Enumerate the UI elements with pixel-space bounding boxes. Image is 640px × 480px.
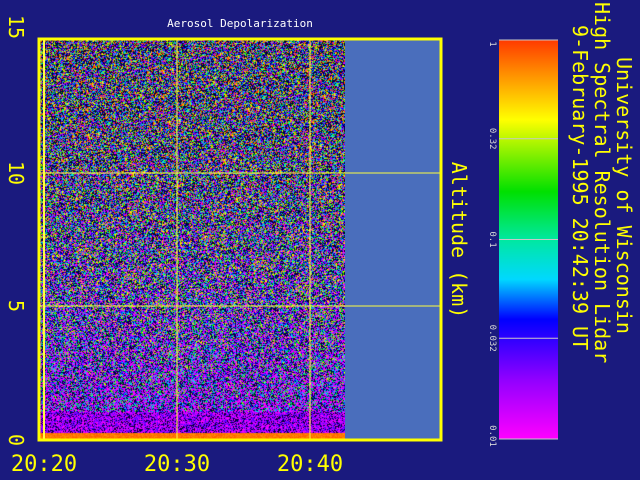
lidar-display: Aerosol Depolarization 0 5 10 15 20:20 20:30… — [0, 0, 640, 480]
x-tick-label: 20:40 — [277, 452, 343, 477]
colorbar-tick-label: 0.32 — [487, 128, 497, 150]
header-institution: University of Wisconsin — [612, 57, 636, 334]
y-tick-label: 10 — [4, 161, 28, 185]
no-data-region — [345, 40, 440, 439]
x-tick-label: 20:20 — [11, 452, 77, 477]
heatmap-area — [40, 40, 345, 439]
colorbar-tick-label: 0.01 — [487, 425, 497, 447]
header-text: University of Wisconsin High Spectral Re… — [568, 2, 636, 363]
y-tick-label: 0 — [4, 434, 28, 446]
y-axis-label: Altitude (km) — [447, 162, 471, 319]
y-tick-label: 15 — [4, 15, 28, 39]
header-timestamp: 9-February-1995 20:42:39 UT — [568, 25, 592, 350]
x-tick-labels: 20:20 20:30 20:40 — [11, 452, 343, 477]
header-instrument: High Spectral Resolution Lidar — [590, 2, 614, 363]
y-tick-labels: 0 5 10 15 — [4, 15, 28, 446]
colorbar-tick-label: 0.032 — [487, 325, 497, 352]
y-tick-label: 5 — [4, 300, 28, 312]
colorbar-tick-label: 1 — [487, 41, 497, 46]
chart-title: Aerosol Depolarization — [167, 17, 313, 30]
x-tick-label: 20:30 — [144, 452, 210, 477]
depolarization-plot: Aerosol Depolarization 0 5 10 15 20:20 20:30… — [4, 2, 636, 477]
colorbar-tick-label: 0.1 — [487, 231, 497, 247]
